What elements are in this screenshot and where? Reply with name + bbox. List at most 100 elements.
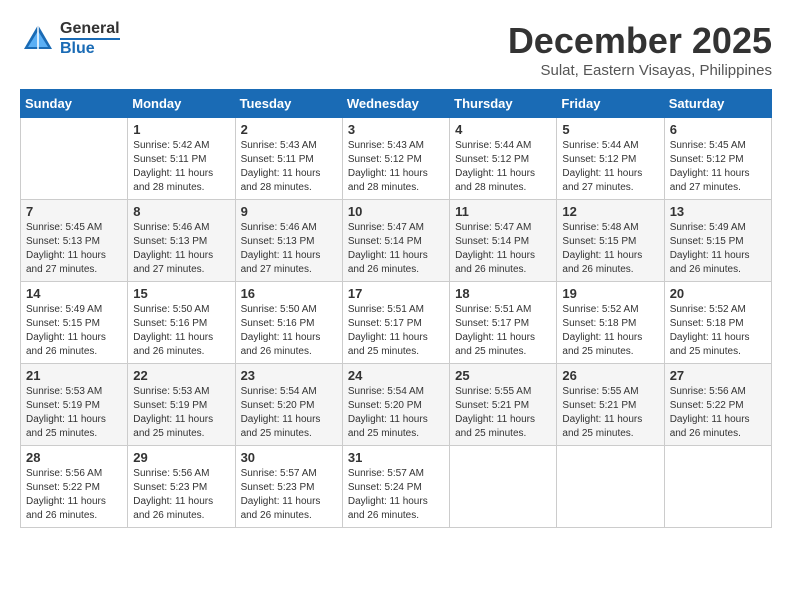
col-header-tuesday: Tuesday [235, 90, 342, 118]
day-number: 28 [26, 450, 122, 465]
day-number: 2 [241, 122, 337, 137]
calendar-cell: 22Sunrise: 5:53 AMSunset: 5:19 PMDayligh… [128, 364, 235, 446]
day-number: 4 [455, 122, 551, 137]
calendar-cell: 16 Sunrise: 5:50 AMSunset: 5:16 PMDayligh… [235, 282, 342, 364]
col-header-saturday: Saturday [664, 90, 771, 118]
day-info: Sunrise: 5:50 AMSunset: 5:16 PMDaylight:… [241, 303, 337, 359]
logo-blue-text: Blue [60, 38, 120, 58]
location-subtitle: Sulat, Eastern Visayas, Philippines [508, 62, 772, 79]
calendar-cell: 8 Sunrise: 5:46 AMSunset: 5:13 PMDaylight… [128, 200, 235, 282]
day-number: 21 [26, 368, 122, 383]
day-number: 10 [348, 204, 444, 219]
day-info: Sunrise: 5:54 AMSunset: 5:20 PMDaylight:… [348, 385, 444, 441]
calendar-cell: 18 Sunrise: 5:51 AMSunset: 5:17 PMDayligh… [450, 282, 557, 364]
calendar-cell: 14 Sunrise: 5:49 AMSunset: 5:15 PMDayligh… [21, 282, 128, 364]
day-info: Sunrise: 5:45 AMSunset: 5:12 PMDaylight:… [670, 139, 766, 195]
day-number: 26 [562, 368, 658, 383]
day-info: Sunrise: 5:47 AMSunset: 5:14 PMDaylight:… [348, 221, 444, 277]
day-info: Sunrise: 5:55 AMSunset: 5:21 PMDaylight:… [455, 385, 551, 441]
day-info: Sunrise: 5:53 AMSunset: 5:19 PMDaylight:… [133, 385, 229, 441]
day-info: Sunrise: 5:44 AMSunset: 5:12 PMDaylight:… [562, 139, 658, 195]
calendar-cell: 12 Sunrise: 5:48 AMSunset: 5:15 PMDayligh… [557, 200, 664, 282]
day-number: 12 [562, 204, 658, 219]
calendar-cell: 31Sunrise: 5:57 AMSunset: 5:24 PMDayligh… [342, 446, 449, 528]
day-number: 30 [241, 450, 337, 465]
day-info: Sunrise: 5:47 AMSunset: 5:14 PMDaylight:… [455, 221, 551, 277]
day-number: 6 [670, 122, 766, 137]
calendar-cell: 6 Sunrise: 5:45 AMSunset: 5:12 PMDaylight… [664, 118, 771, 200]
day-number: 1 [133, 122, 229, 137]
day-number: 31 [348, 450, 444, 465]
day-info: Sunrise: 5:43 AMSunset: 5:12 PMDaylight:… [348, 139, 444, 195]
day-info: Sunrise: 5:51 AMSunset: 5:17 PMDaylight:… [455, 303, 551, 359]
day-number: 16 [241, 286, 337, 301]
calendar-cell: 4 Sunrise: 5:44 AMSunset: 5:12 PMDaylight… [450, 118, 557, 200]
calendar-cell: 25 Sunrise: 5:55 AMSunset: 5:21 PMDayligh… [450, 364, 557, 446]
day-info: Sunrise: 5:55 AMSunset: 5:21 PMDaylight:… [562, 385, 658, 441]
day-info: Sunrise: 5:49 AMSunset: 5:15 PMDaylight:… [26, 303, 122, 359]
day-number: 29 [133, 450, 229, 465]
day-number: 20 [670, 286, 766, 301]
day-info: Sunrise: 5:52 AMSunset: 5:18 PMDaylight:… [670, 303, 766, 359]
day-info: Sunrise: 5:45 AMSunset: 5:13 PMDaylight:… [26, 221, 122, 277]
day-number: 14 [26, 286, 122, 301]
day-info: Sunrise: 5:53 AMSunset: 5:19 PMDaylight:… [26, 385, 122, 441]
calendar-week-1: 1 Sunrise: 5:42 AMSunset: 5:11 PMDaylight… [21, 118, 772, 200]
page-header: General Blue December 2025 Sulat, Easter… [20, 20, 772, 79]
day-number: 9 [241, 204, 337, 219]
calendar-cell: 3 Sunrise: 5:43 AMSunset: 5:12 PMDaylight… [342, 118, 449, 200]
calendar-cell: 10 Sunrise: 5:47 AMSunset: 5:14 PMDayligh… [342, 200, 449, 282]
calendar-cell: 2 Sunrise: 5:43 AMSunset: 5:11 PMDaylight… [235, 118, 342, 200]
calendar-cell: 17Sunrise: 5:51 AMSunset: 5:17 PMDayligh… [342, 282, 449, 364]
logo-text: General Blue [60, 20, 120, 57]
col-header-friday: Friday [557, 90, 664, 118]
day-info: Sunrise: 5:56 AMSunset: 5:22 PMDaylight:… [26, 467, 122, 523]
day-info: Sunrise: 5:52 AMSunset: 5:18 PMDaylight:… [562, 303, 658, 359]
calendar-table: SundayMondayTuesdayWednesdayThursdayFrid… [20, 89, 772, 528]
day-number: 15 [133, 286, 229, 301]
calendar-cell: 30 Sunrise: 5:57 AMSunset: 5:23 PMDayligh… [235, 446, 342, 528]
logo: General Blue [20, 20, 120, 57]
day-number: 3 [348, 122, 444, 137]
calendar-cell: 21 Sunrise: 5:53 AMSunset: 5:19 PMDayligh… [21, 364, 128, 446]
calendar-cell: 26 Sunrise: 5:55 AMSunset: 5:21 PMDayligh… [557, 364, 664, 446]
logo-icon [20, 21, 56, 57]
calendar-week-5: 28 Sunrise: 5:56 AMSunset: 5:22 PMDayligh… [21, 446, 772, 528]
day-number: 8 [133, 204, 229, 219]
day-info: Sunrise: 5:44 AMSunset: 5:12 PMDaylight:… [455, 139, 551, 195]
day-number: 13 [670, 204, 766, 219]
day-info: Sunrise: 5:54 AMSunset: 5:20 PMDaylight:… [241, 385, 337, 441]
calendar-header-row: SundayMondayTuesdayWednesdayThursdayFrid… [21, 90, 772, 118]
calendar-cell: 11 Sunrise: 5:47 AMSunset: 5:14 PMDayligh… [450, 200, 557, 282]
calendar-cell: 13Sunrise: 5:49 AMSunset: 5:15 PMDayligh… [664, 200, 771, 282]
day-info: Sunrise: 5:46 AMSunset: 5:13 PMDaylight:… [241, 221, 337, 277]
col-header-wednesday: Wednesday [342, 90, 449, 118]
day-info: Sunrise: 5:46 AMSunset: 5:13 PMDaylight:… [133, 221, 229, 277]
calendar-week-3: 14 Sunrise: 5:49 AMSunset: 5:15 PMDayligh… [21, 282, 772, 364]
day-number: 18 [455, 286, 551, 301]
day-info: Sunrise: 5:57 AMSunset: 5:23 PMDaylight:… [241, 467, 337, 523]
day-info: Sunrise: 5:42 AMSunset: 5:11 PMDaylight:… [133, 139, 229, 195]
calendar-cell: 28 Sunrise: 5:56 AMSunset: 5:22 PMDayligh… [21, 446, 128, 528]
calendar-week-4: 21 Sunrise: 5:53 AMSunset: 5:19 PMDayligh… [21, 364, 772, 446]
day-info: Sunrise: 5:56 AMSunset: 5:23 PMDaylight:… [133, 467, 229, 523]
day-number: 25 [455, 368, 551, 383]
day-number: 24 [348, 368, 444, 383]
calendar-cell: 24 Sunrise: 5:54 AMSunset: 5:20 PMDayligh… [342, 364, 449, 446]
day-number: 11 [455, 204, 551, 219]
calendar-cell: 9 Sunrise: 5:46 AMSunset: 5:13 PMDaylight… [235, 200, 342, 282]
day-info: Sunrise: 5:43 AMSunset: 5:11 PMDaylight:… [241, 139, 337, 195]
calendar-cell: 20 Sunrise: 5:52 AMSunset: 5:18 PMDayligh… [664, 282, 771, 364]
calendar-cell: 15 Sunrise: 5:50 AMSunset: 5:16 PMDayligh… [128, 282, 235, 364]
calendar-cell: 19 Sunrise: 5:52 AMSunset: 5:18 PMDayligh… [557, 282, 664, 364]
calendar-cell: 27Sunrise: 5:56 AMSunset: 5:22 PMDayligh… [664, 364, 771, 446]
day-number: 17 [348, 286, 444, 301]
day-info: Sunrise: 5:50 AMSunset: 5:16 PMDaylight:… [133, 303, 229, 359]
col-header-sunday: Sunday [21, 90, 128, 118]
title-block: December 2025 Sulat, Eastern Visayas, Ph… [508, 20, 772, 79]
logo-general-text: General [60, 20, 120, 38]
day-info: Sunrise: 5:48 AMSunset: 5:15 PMDaylight:… [562, 221, 658, 277]
day-number: 19 [562, 286, 658, 301]
calendar-week-2: 7Sunrise: 5:45 AMSunset: 5:13 PMDaylight… [21, 200, 772, 282]
calendar-cell: 5Sunrise: 5:44 AMSunset: 5:12 PMDaylight… [557, 118, 664, 200]
